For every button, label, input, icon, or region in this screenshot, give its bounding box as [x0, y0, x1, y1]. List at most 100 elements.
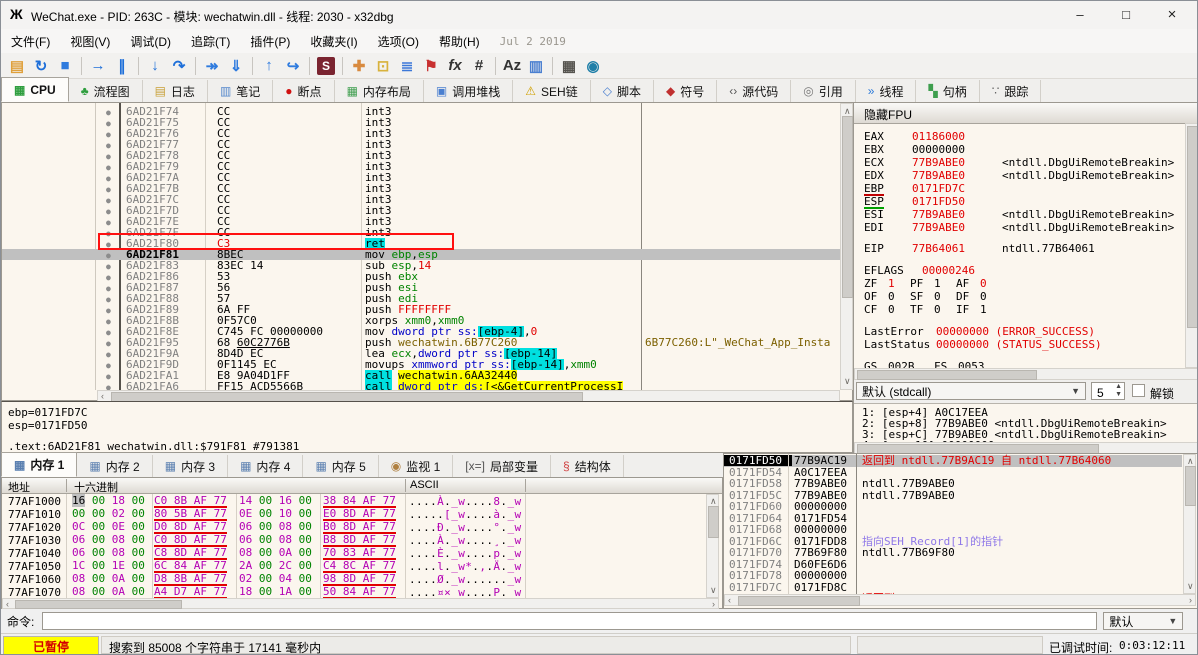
stack-row[interactable]: 0171FD640171FD54 — [724, 513, 1182, 525]
calling-convention-select[interactable]: 默认 (stdcall) ▼ — [856, 382, 1086, 400]
menu-item-2[interactable]: 调试(D) — [120, 30, 181, 53]
tab-references[interactable]: ◎引用 — [791, 80, 856, 102]
register-field[interactable]: 002B — [888, 361, 915, 368]
register-field[interactable]: LastError — [864, 326, 924, 337]
register-field[interactable]: EIP — [864, 243, 884, 254]
register-field[interactable]: 00000000 (ERROR_SUCCESS) — [936, 326, 1095, 337]
tab-breakpoints[interactable]: ●断点 — [273, 80, 334, 102]
internet-icon[interactable]: ◉ — [581, 55, 605, 77]
dump-row[interactable]: 77AF107008 00 0A 00A4 D7 AF 7718 00 1A 0… — [2, 586, 706, 598]
bookmark-icon[interactable]: ⚑ — [419, 55, 443, 77]
text-case-icon[interactable]: Aᴢ — [500, 55, 524, 77]
maximize-button[interactable]: □ — [1103, 1, 1149, 28]
command-input[interactable] — [42, 612, 1097, 630]
command-profile-select[interactable]: 默认 ▼ — [1103, 612, 1183, 630]
disasm-row[interactable]: ●6AD21FA6FF15 ACD5566Bcall dword ptr ds:… — [2, 381, 840, 390]
register-field[interactable]: EDX — [864, 170, 884, 181]
arguments-list[interactable]: 1: [esp+4] A0C17EEA2: [esp+8] 77B9ABE0 <… — [854, 404, 1198, 442]
scylla-icon[interactable]: S — [317, 57, 335, 75]
register-field[interactable]: LastStatus — [864, 339, 930, 350]
register-field[interactable]: 0 — [980, 278, 987, 289]
register-field[interactable]: AF — [956, 278, 969, 289]
trace-into-icon[interactable]: ↠ — [200, 55, 224, 77]
menu-item-6[interactable]: 选项(O) — [368, 30, 429, 53]
register-field[interactable]: 0053 — [958, 361, 985, 368]
stack-row[interactable]: 0171FD5C77B9ABE0ntdll.77B9ABE0 — [724, 490, 1182, 502]
register-field[interactable]: 1 — [888, 278, 895, 289]
register-field[interactable]: TF — [910, 304, 923, 315]
attach-icon[interactable]: ↪ — [281, 55, 305, 77]
stack-row[interactable]: 0171FD7C0171FD8C — [724, 582, 1182, 594]
minimize-button[interactable]: – — [1057, 1, 1103, 28]
unlock-checkbox[interactable] — [1132, 384, 1145, 397]
tab-watch-1[interactable]: ◉监视 1 — [379, 455, 454, 477]
register-field[interactable]: PF — [910, 278, 923, 289]
register-field[interactable]: ECX — [864, 157, 884, 168]
menu-item-1[interactable]: 视图(V) — [60, 30, 120, 53]
register-field[interactable]: 77B64061 — [912, 243, 965, 254]
disassembly-vscrollbar[interactable]: ∧ ∨ — [840, 103, 853, 390]
close-button[interactable]: × — [1149, 1, 1195, 28]
function-icon[interactable]: fx — [443, 55, 467, 77]
register-field[interactable]: 77B9ABE0 — [912, 157, 965, 168]
menu-item-7[interactable]: 帮助(H) — [429, 30, 490, 53]
stack-row[interactable]: 0171FD5077B9AC19返回到 ntdll.77B9AC19 自 ntd… — [724, 455, 1182, 467]
hash-icon[interactable]: # — [467, 55, 491, 77]
register-field[interactable]: ntdll.77B64061 — [1002, 243, 1095, 254]
stop-debuggee-icon[interactable]: ■ — [53, 55, 77, 77]
register-field[interactable]: <ntdll.DbgUiRemoteBreakin> — [1002, 157, 1174, 168]
step-into-icon[interactable]: ↓ — [143, 55, 167, 77]
breakpoint-dot-icon[interactable]: ● — [106, 382, 111, 390]
register-field[interactable]: EDI — [864, 222, 884, 233]
register-field[interactable]: 1 — [934, 278, 941, 289]
module-icon[interactable]: ▥ — [524, 55, 548, 77]
register-field[interactable]: EAX — [864, 131, 884, 142]
tab-locals[interactable]: [x=]局部变量 — [453, 455, 551, 477]
run-icon[interactable]: → — [86, 55, 110, 77]
menu-item-3[interactable]: 追踪(T) — [181, 30, 240, 53]
tab-dump-1[interactable]: ▦内存 1 — [1, 452, 77, 477]
stack-rows[interactable]: 0171FD5077B9AC19返回到 ntdll.77B9AC19 自 ntd… — [724, 454, 1182, 594]
register-field[interactable]: CF — [864, 304, 877, 315]
tab-dump-4[interactable]: ▦内存 4 — [228, 455, 303, 477]
register-field[interactable]: 0171FD7C — [912, 183, 965, 194]
stack-row[interactable]: 0171FD6800000000 — [724, 524, 1182, 536]
register-field[interactable]: <ntdll.DbgUiRemoteBreakin> — [1002, 170, 1174, 181]
register-field[interactable]: 00000000 — [912, 144, 965, 155]
stack-row[interactable]: 0171FD7800000000 — [724, 570, 1182, 582]
tab-seh[interactable]: ⚠SEH链 — [513, 80, 590, 102]
stack-hscrollbar[interactable]: ‹ › — [724, 594, 1196, 606]
register-field[interactable]: SF — [910, 291, 923, 302]
register-field[interactable]: EFLAGS — [864, 265, 904, 276]
run-to-user-code-icon[interactable]: ↑ — [257, 55, 281, 77]
register-field[interactable]: 00000000 (STATUS_SUCCESS) — [936, 339, 1102, 350]
register-field[interactable]: 0 — [934, 291, 941, 302]
register-field[interactable]: FS — [934, 361, 947, 368]
register-field[interactable]: 0 — [888, 291, 895, 302]
register-field[interactable]: 1 — [980, 304, 987, 315]
tab-script[interactable]: ◇脚本 — [591, 80, 654, 102]
register-field[interactable]: <ntdll.DbgUiRemoteBreakin> — [1002, 222, 1174, 233]
dump-hscrollbar[interactable]: ‹ › — [2, 598, 719, 609]
tab-symbols[interactable]: ◆符号 — [654, 80, 717, 102]
menu-item-4[interactable]: 插件(P) — [240, 30, 300, 53]
register-field[interactable]: IF — [956, 304, 969, 315]
tab-memory-map[interactable]: ▦内存布局 — [335, 80, 424, 102]
tab-notes[interactable]: ▥笔记 — [208, 80, 273, 102]
register-field[interactable]: <ntdll.DbgUiRemoteBreakin> — [1002, 209, 1174, 220]
register-field[interactable]: 77B9ABE0 — [912, 222, 965, 233]
tab-threads[interactable]: »线程 — [856, 80, 917, 102]
dump-vscrollbar[interactable]: ∧ ∨ — [706, 494, 719, 598]
open-file-icon[interactable]: ▤ — [5, 55, 29, 77]
label-icon[interactable]: ≣ — [395, 55, 419, 77]
tab-struct[interactable]: §结构体 — [551, 455, 624, 477]
register-field[interactable]: ZF — [864, 278, 877, 289]
register-field[interactable]: 0171FD50 — [912, 196, 965, 207]
restart-icon[interactable]: ↻ — [29, 55, 53, 77]
comment-icon[interactable]: ⊡ — [371, 55, 395, 77]
tab-log[interactable]: ▤日志 — [143, 80, 208, 102]
tab-graph[interactable]: ♣流程图 — [69, 80, 143, 102]
patch-icon[interactable]: ✚ — [347, 55, 371, 77]
step-over-icon[interactable]: ↷ — [167, 55, 191, 77]
tab-cpu[interactable]: ▦CPU — [1, 77, 69, 102]
